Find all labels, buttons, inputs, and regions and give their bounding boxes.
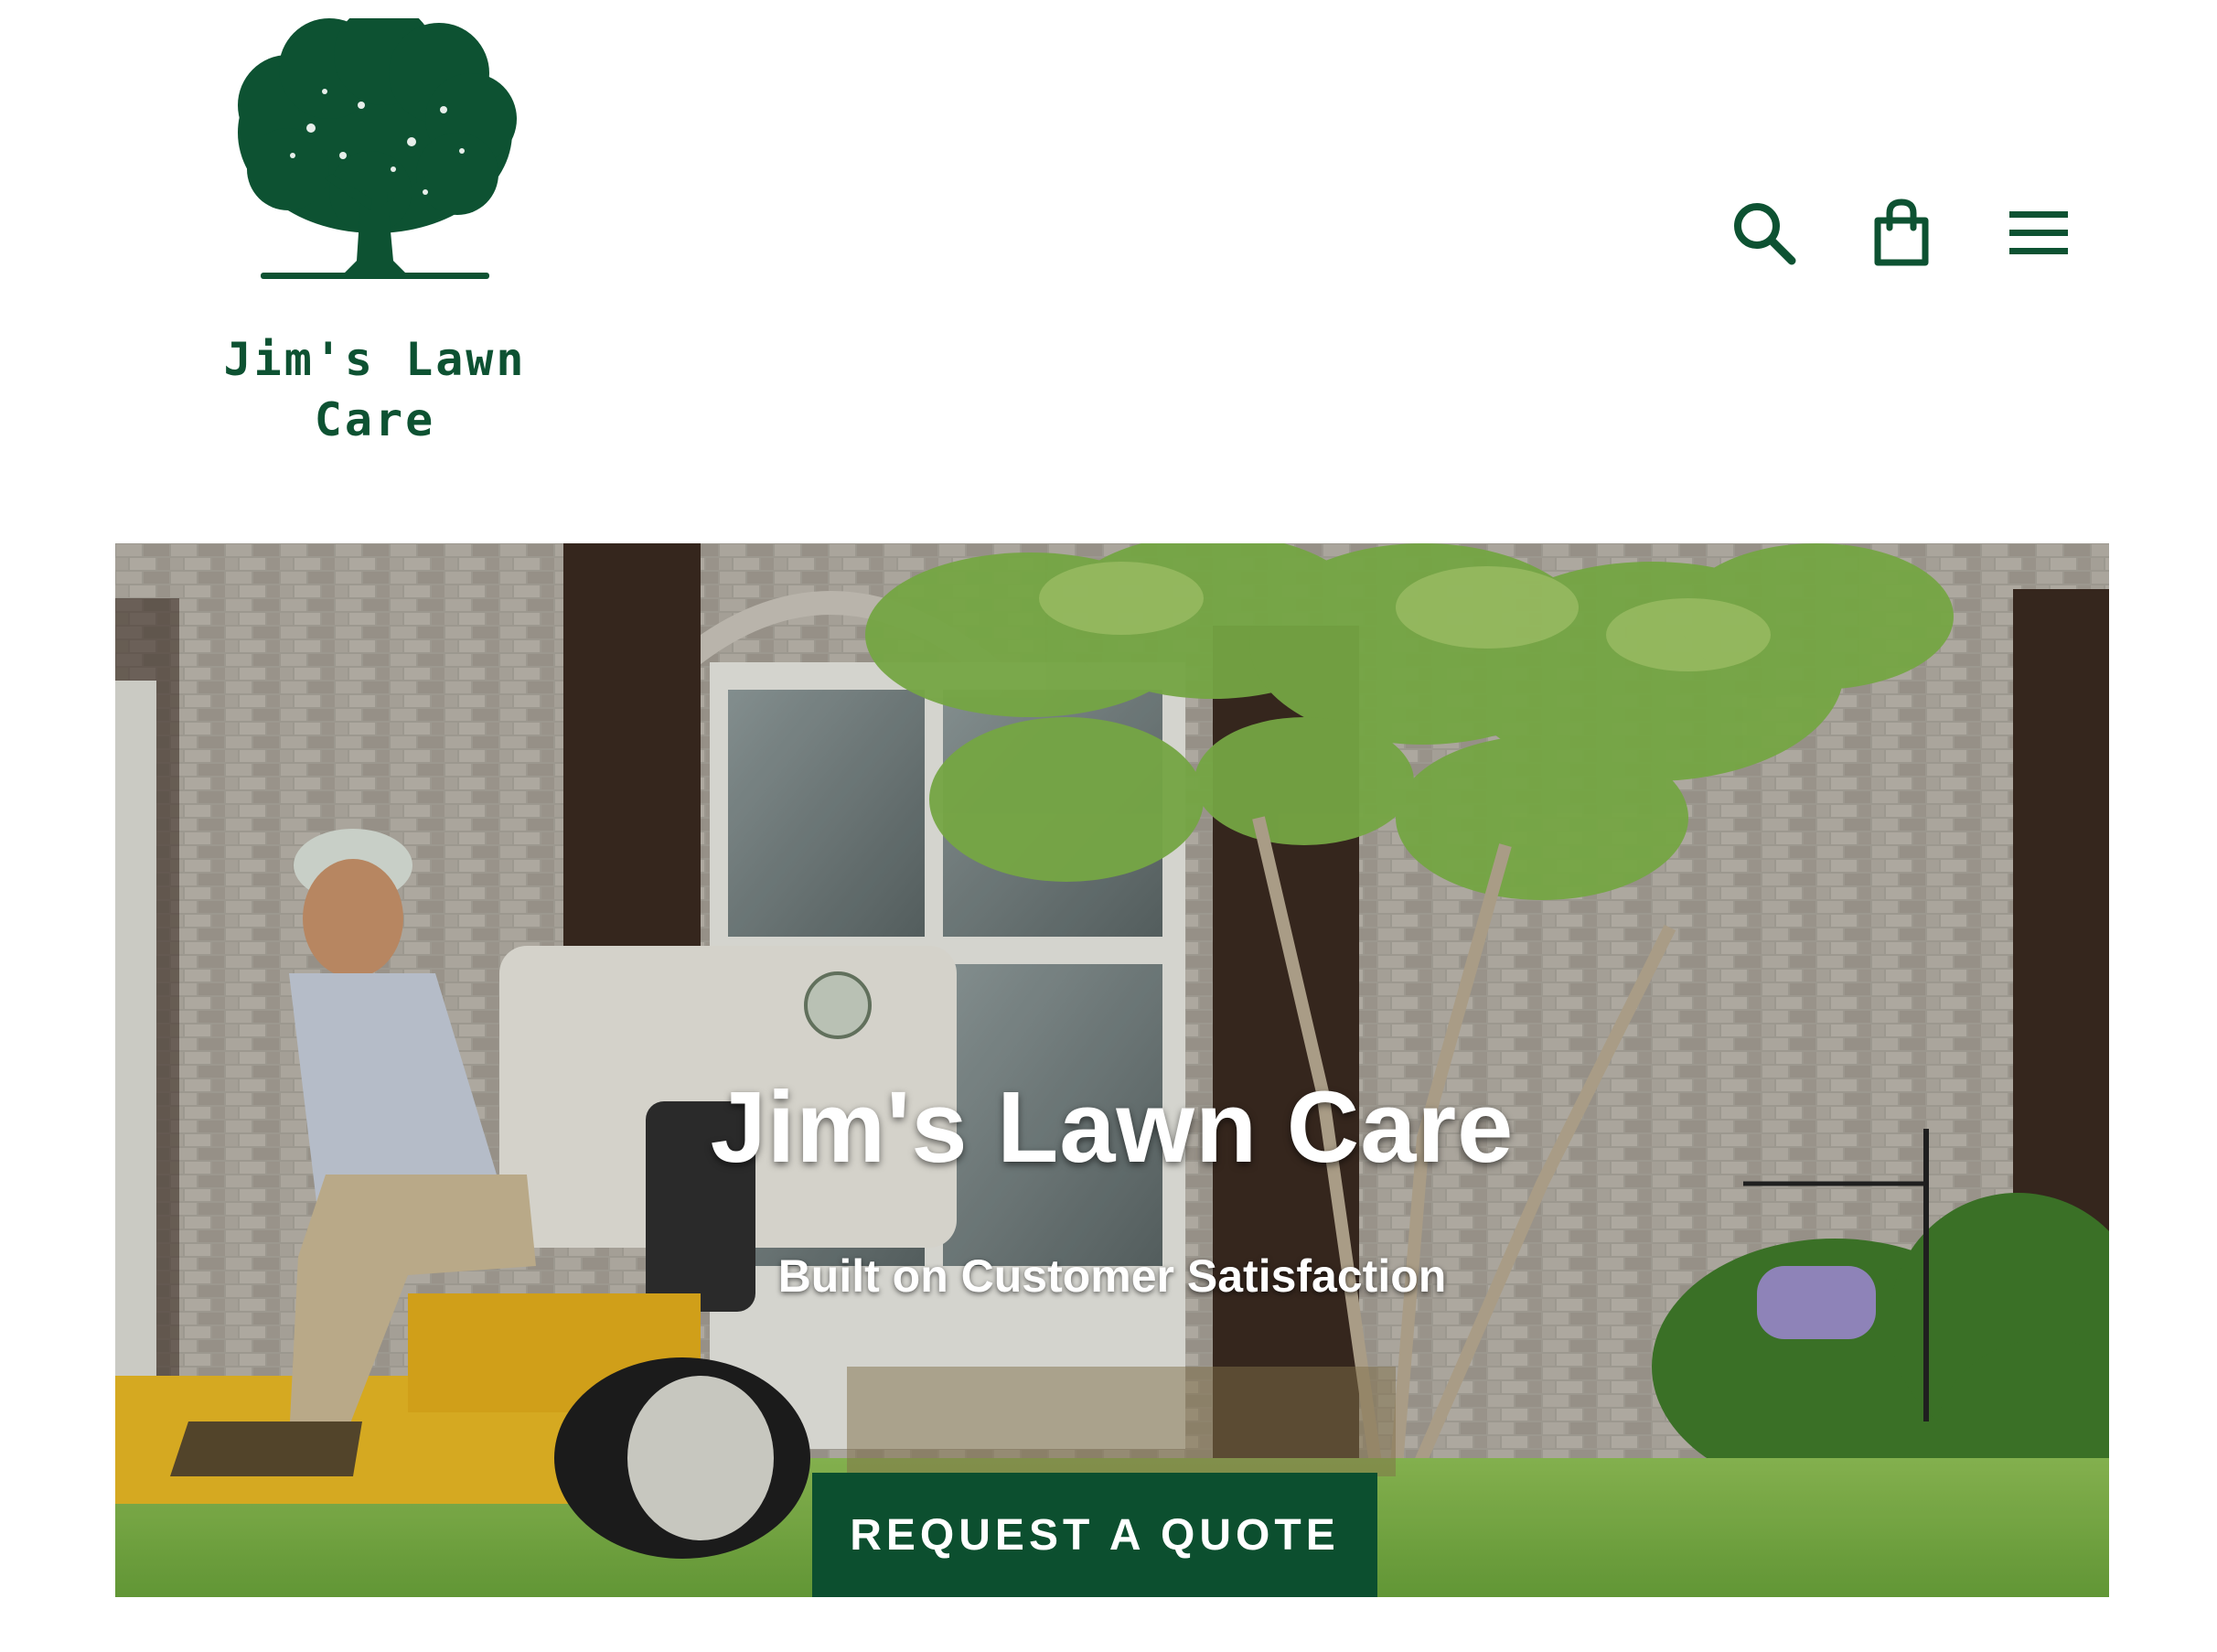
cart-bag-icon xyxy=(1874,198,1929,266)
request-quote-button[interactable]: REQUEST A QUOTE xyxy=(812,1473,1377,1597)
hero-subtitle: Built on Customer Satisfaction xyxy=(777,1250,1447,1302)
header-icons xyxy=(1677,183,2089,284)
site-header: Jim's Lawn Care xyxy=(0,0,2217,512)
search-button[interactable] xyxy=(1714,183,1815,284)
logo-link[interactable]: Jim's Lawn Care xyxy=(183,18,567,457)
hamburger-menu-icon xyxy=(2009,211,2068,254)
logo-text: Jim's Lawn Care xyxy=(223,333,527,446)
oak-tree-logo-icon xyxy=(238,18,517,279)
search-icon xyxy=(1734,203,1796,265)
cart-button[interactable] xyxy=(1851,183,1952,284)
menu-button[interactable] xyxy=(1988,183,2089,284)
page: Jim's Lawn Care Jim's Lawn Care Built on… xyxy=(0,0,2217,1652)
hero-banner: Jim's Lawn Care Built on Customer Satisf… xyxy=(115,543,2109,1597)
hero-title: Jim's Lawn Care xyxy=(710,1071,1515,1184)
